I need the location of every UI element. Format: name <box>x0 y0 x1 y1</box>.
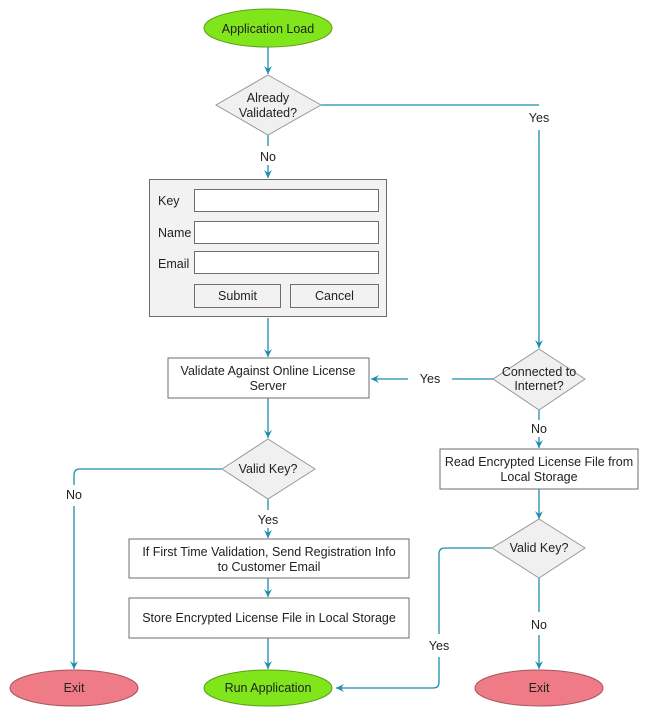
name-input[interactable] <box>194 221 379 244</box>
edge-label-valid-left-no: No <box>66 488 82 502</box>
valid-key-right-label: Valid Key? <box>510 541 569 555</box>
exit-left-terminal: Exit <box>9 669 139 707</box>
submit-button[interactable]: Submit <box>194 284 281 308</box>
name-label: Name <box>158 226 192 240</box>
read-license-line1: Read Encrypted License File from <box>445 455 633 469</box>
cancel-button[interactable]: Cancel <box>290 284 379 308</box>
edge-label-valid-left-yes: Yes <box>258 513 278 527</box>
connected-internet-line1: Connected to <box>502 365 576 379</box>
valid-key-left-decision: Valid Key? <box>221 438 316 500</box>
edge-label-connected-no: No <box>531 422 547 436</box>
edge-label-valid-right-yes: Yes <box>429 639 449 653</box>
edge-valid-right-yes-1 <box>438 547 492 634</box>
store-license-label: Store Encrypted License File in Local St… <box>142 611 396 625</box>
edge-label-valid-right-no: No <box>531 618 547 632</box>
key-label: Key <box>158 194 180 208</box>
store-license-process: Store Encrypted License File in Local St… <box>128 597 410 639</box>
exit-right-terminal: Exit <box>474 669 604 707</box>
validate-online-line2: Server <box>250 379 287 393</box>
validate-online-line1: Validate Against Online License <box>181 364 356 378</box>
validate-online-process: Validate Against Online License Server <box>167 357 370 399</box>
start-label: Application Load <box>222 22 314 36</box>
valid-key-left-label: Valid Key? <box>239 462 298 476</box>
exit-right-label: Exit <box>529 681 550 695</box>
edge-valid-right-yes-2 <box>336 657 440 692</box>
edge-valid-left-no-1 <box>73 468 222 485</box>
edge-label-already-no: No <box>260 150 276 164</box>
send-registration-line1: If First Time Validation, Send Registrat… <box>142 545 395 559</box>
email-input[interactable] <box>194 251 379 274</box>
connected-internet-decision: Connected to Internet? <box>492 348 586 411</box>
email-label: Email <box>158 257 190 271</box>
send-registration-line2: to Customer Email <box>218 560 321 574</box>
already-validated-decision: Already Validated? <box>214 74 323 136</box>
already-validated-line2: Validated? <box>239 106 297 120</box>
flowchart: Application Load Already Validated? No Y… <box>9 8 639 707</box>
run-application-label: Run Application <box>225 681 312 695</box>
edge-label-connected-yes: Yes <box>420 372 440 386</box>
read-license-process: Read Encrypted License File from Local S… <box>439 448 639 490</box>
connected-internet-line2: Internet? <box>514 379 563 393</box>
already-validated-line1: Already <box>247 91 290 105</box>
send-registration-process: If First Time Validation, Send Registrat… <box>128 538 410 579</box>
read-license-line2: Local Storage <box>500 470 577 484</box>
registration-form: Key Name Email Submit Cancel <box>149 179 387 317</box>
valid-key-right-decision: Valid Key? <box>491 518 586 579</box>
key-input[interactable] <box>194 189 379 212</box>
run-application-terminal: Run Application <box>203 669 333 707</box>
exit-left-label: Exit <box>64 681 85 695</box>
edge-label-already-yes: Yes <box>529 111 549 125</box>
start-node: Application Load <box>203 8 333 48</box>
